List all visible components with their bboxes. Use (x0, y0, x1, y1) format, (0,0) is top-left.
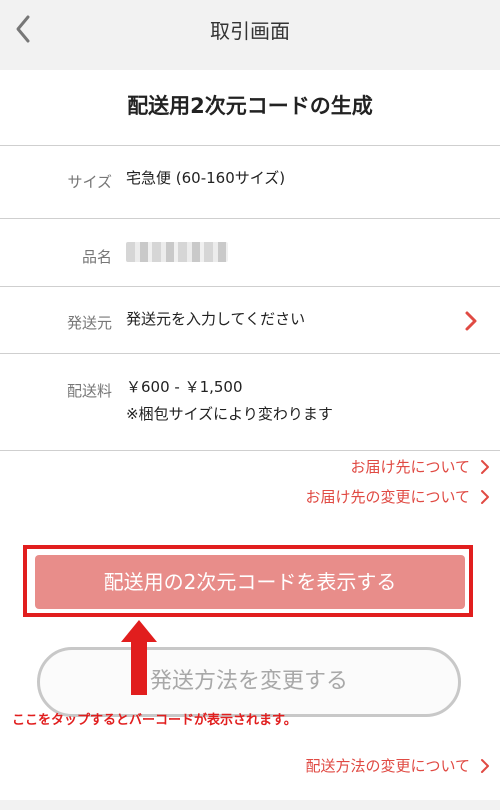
divider (0, 450, 500, 451)
origin-label: 発送元 (66, 314, 112, 332)
origin-input[interactable]: 発送元を入力してください (126, 306, 305, 333)
shipping-method-change-text: 配送方法の変更について (305, 757, 470, 775)
size-label: サイズ (67, 173, 112, 191)
item-name-label: 品名 (81, 248, 112, 266)
page-title: 取引画面 (210, 19, 290, 43)
navigation-bar: 取引画面 (0, 0, 500, 58)
divider (0, 145, 500, 146)
divider (0, 218, 500, 219)
delivery-change-link[interactable]: お届け先の変更について (305, 486, 490, 507)
size-value: 宅急便 (60-160サイズ) (126, 169, 286, 187)
shipping-fee-value: ￥600 - ￥1,500 (126, 378, 243, 396)
transaction-card: 配送用2次元コードの生成 サイズ 宅急便 (60-160サイズ) 品名 発送元 … (0, 70, 500, 800)
chevron-right-icon (481, 489, 489, 504)
shipping-method-change-link[interactable]: 配送方法の変更について (305, 755, 490, 776)
section-heading: 配送用2次元コードの生成 (127, 94, 373, 118)
divider (0, 353, 500, 354)
chevron-right-icon (481, 758, 489, 773)
annotation-highlight-box (23, 545, 473, 617)
annotation-up-arrow-icon (121, 620, 157, 695)
shipping-fee-label: 配送料 (66, 382, 112, 400)
chevron-right-icon (465, 311, 477, 331)
delivery-change-text: お届け先の変更について (305, 488, 470, 506)
bottom-background (0, 800, 500, 810)
change-shipping-method-button[interactable]: 発送方法を変更する (37, 647, 461, 717)
chevron-right-icon (481, 459, 489, 474)
delivery-about-link[interactable]: お届け先について (350, 456, 490, 477)
divider (0, 286, 500, 287)
item-name-blurred-value (126, 242, 228, 262)
annotation-text: ここをタップするとバーコードが表示されます。 (12, 713, 297, 728)
shipping-fee-note: ※梱包サイズにより変わります (126, 405, 333, 423)
delivery-about-text: お届け先について (350, 458, 470, 476)
origin-chevron[interactable] (462, 310, 480, 332)
